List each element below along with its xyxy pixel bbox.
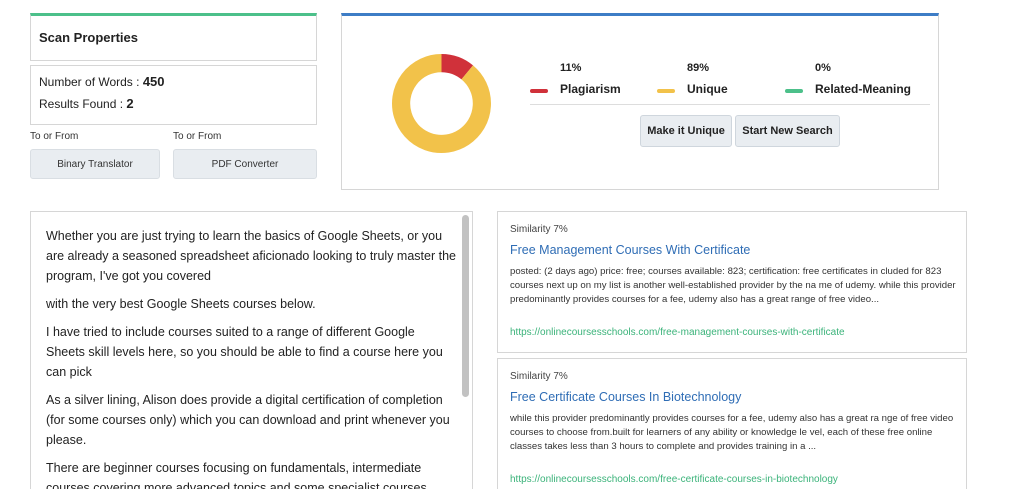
make-it-unique-button[interactable]: Make it Unique: [640, 115, 732, 147]
donut-slice-unique: [392, 54, 491, 153]
match-card: Similarity 7% Free Certificate Courses I…: [497, 358, 967, 489]
scan-properties-title: Scan Properties: [39, 30, 138, 45]
match-title-link[interactable]: Free Certificate Courses In Biotechnolog…: [510, 390, 741, 404]
scanned-text-panel[interactable]: Whether you are just trying to learn the…: [30, 211, 473, 489]
word-count-value: 450: [142, 74, 165, 89]
match-title-link[interactable]: Free Management Courses With Certificate: [510, 243, 750, 257]
scanned-text: Whether you are just trying to learn the…: [46, 226, 456, 489]
legend-plagiarism-name: Plagiarism: [560, 82, 621, 96]
tool-label-binary: To or From: [30, 131, 79, 142]
binary-translator-button[interactable]: Binary Translator: [30, 149, 160, 179]
match-description: while this provider predominantly provid…: [510, 413, 954, 452]
text-paragraph: I have tried to include courses suited t…: [46, 325, 443, 379]
legend-related-meaning-swatch: [785, 89, 803, 93]
text-paragraph: As a silver lining, Alison does provide …: [46, 393, 450, 447]
text-scrollbar[interactable]: [462, 214, 469, 489]
text-paragraph: Whether you are just trying to learn the…: [46, 229, 456, 283]
tool-label-pdf: To or From: [173, 131, 222, 142]
results-found: Results Found : 2: [39, 96, 134, 111]
results-found-label: Results Found :: [39, 97, 124, 111]
donut-slice-plagiarism: [441, 54, 474, 80]
scan-properties-header: Scan Properties: [30, 13, 317, 61]
legend-unique-percent: 89%: [687, 62, 710, 74]
match-similarity: Similarity 7%: [510, 371, 568, 382]
results-found-value: 2: [126, 96, 134, 111]
match-description: posted: (2 days ago) price: free; course…: [510, 266, 956, 305]
result-summary-panel: 11% Plagiarism 89% Unique 0% Related-Mea…: [341, 13, 939, 190]
text-scrollbar-thumb[interactable]: [462, 215, 469, 397]
word-count-label: Number of Words :: [39, 75, 140, 89]
legend-plagiarism-percent: 11%: [560, 62, 582, 74]
match-url-link[interactable]: https://onlinecoursesschools.com/free-ma…: [510, 327, 845, 338]
match-similarity: Similarity 7%: [510, 224, 568, 235]
text-paragraph: with the very best Google Sheets courses…: [46, 297, 316, 311]
legend-related-meaning-name: Related-Meaning: [815, 82, 912, 96]
legend-related-meaning-percent: 0%: [815, 62, 831, 74]
word-count: Number of Words : 450: [39, 74, 165, 89]
scan-properties-stats: Number of Words : 450 Results Found : 2: [30, 65, 317, 125]
legend-unique-name: Unique: [687, 82, 728, 96]
match-url-link[interactable]: https://onlinecoursesschools.com/free-ce…: [510, 474, 838, 485]
legend-plagiarism-swatch: [530, 89, 548, 93]
pdf-converter-button[interactable]: PDF Converter: [173, 149, 317, 179]
start-new-search-button[interactable]: Start New Search: [735, 115, 840, 147]
legend-divider: [530, 104, 930, 105]
match-card: Similarity 7% Free Management Courses Wi…: [497, 211, 967, 353]
text-paragraph: There are beginner courses focusing on f…: [46, 461, 427, 489]
legend-unique-swatch: [657, 89, 675, 93]
similarity-donut-chart: [392, 54, 491, 153]
